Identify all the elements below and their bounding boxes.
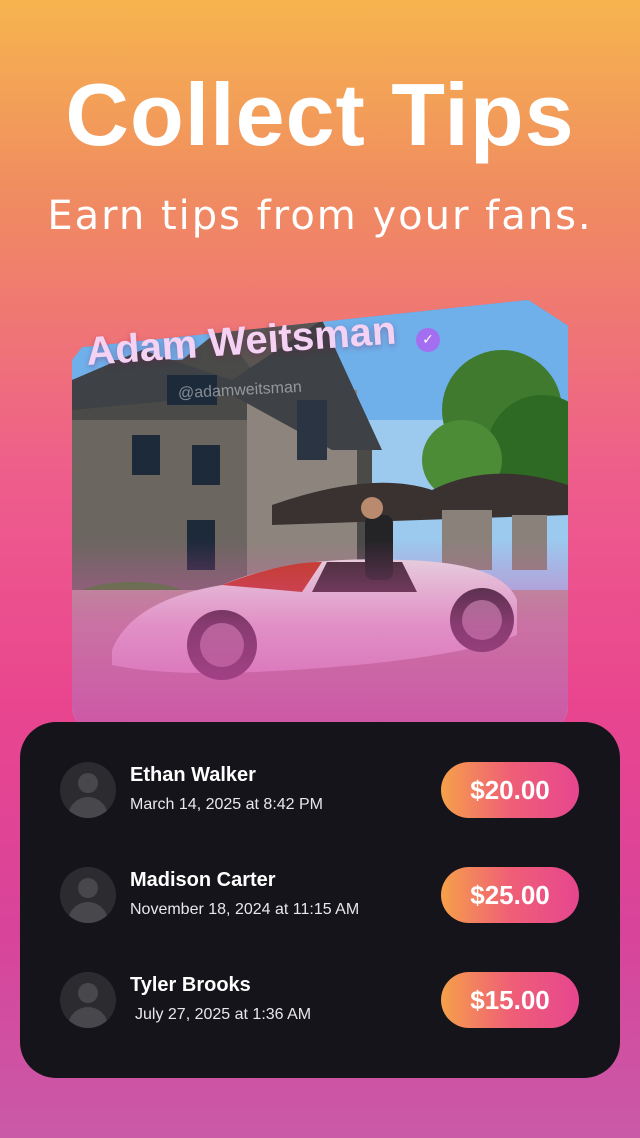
tip-amount-badge[interactable]: $20.00 — [441, 762, 579, 818]
avatar — [60, 762, 116, 818]
avatar — [60, 972, 116, 1028]
profile-gradient-overlay — [72, 540, 568, 730]
page-subtitle: Earn tips from your fans. — [47, 193, 593, 239]
tipper-name: Madison Carter — [130, 869, 276, 891]
tip-row[interactable]: Tyler Brooks July 27, 2025 at 1:36 AM $1… — [20, 960, 620, 1040]
tip-date: November 18, 2024 at 11:15 AM — [130, 901, 360, 918]
tip-amount-badge[interactable]: $25.00 — [441, 867, 579, 923]
tipper-name: Tyler Brooks — [130, 974, 251, 996]
tip-row[interactable]: Ethan Walker March 14, 2025 at 8:42 PM $… — [20, 750, 620, 830]
tipper-name: Ethan Walker — [130, 764, 256, 786]
tip-row[interactable]: Madison Carter November 18, 2024 at 11:1… — [20, 855, 620, 935]
verified-badge-icon: ✓ — [416, 328, 440, 352]
tip-date: July 27, 2025 at 1:36 AM — [135, 1006, 312, 1023]
tip-date: March 14, 2025 at 8:42 PM — [130, 796, 323, 813]
tip-amount-badge[interactable]: $15.00 — [441, 972, 579, 1028]
tips-list-panel: Ethan Walker March 14, 2025 at 8:42 PM $… — [20, 722, 620, 1078]
page-title: Collect Tips — [65, 65, 575, 164]
avatar — [60, 867, 116, 923]
